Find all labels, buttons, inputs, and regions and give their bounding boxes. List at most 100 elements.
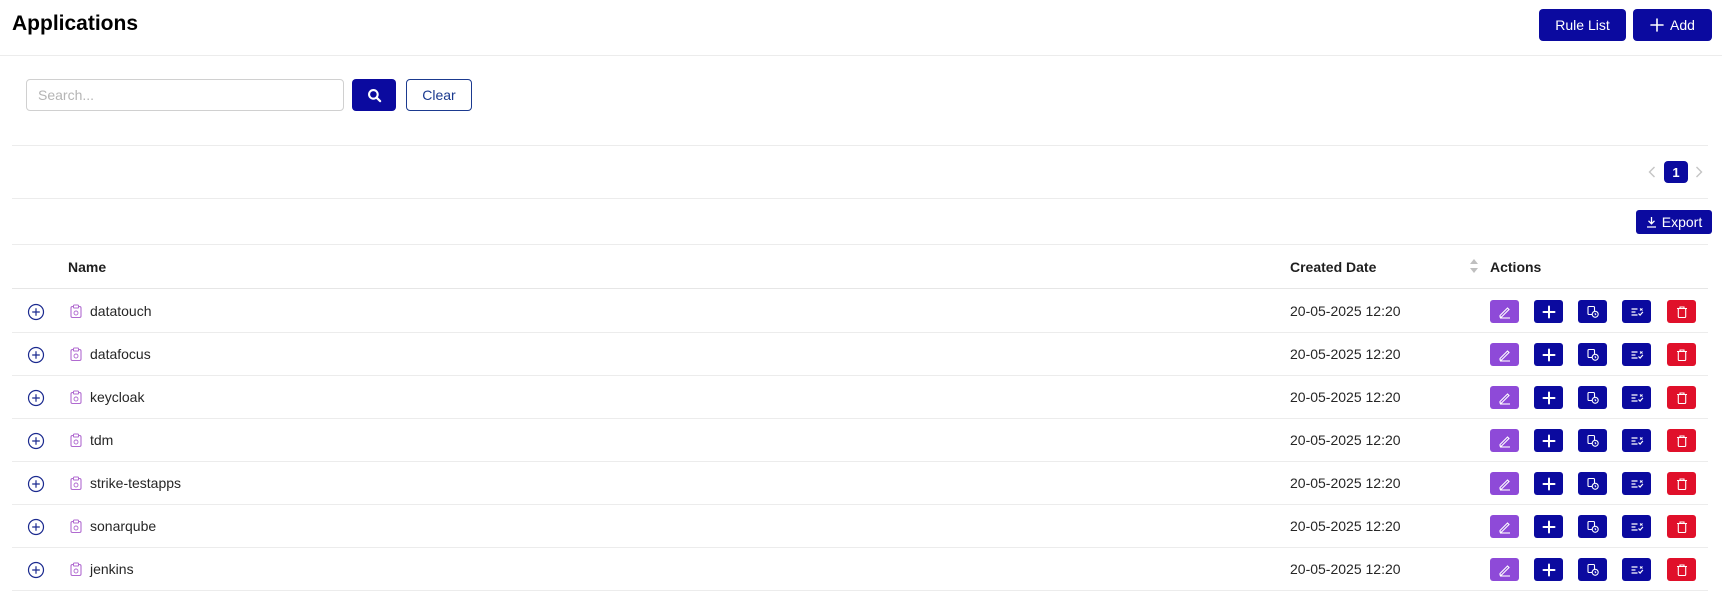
plus-icon — [1542, 434, 1555, 447]
row-name: datatouch — [90, 303, 152, 319]
copy-button[interactable] — [1578, 300, 1607, 323]
rules-icon — [1631, 436, 1643, 445]
table-row: datafocus 20-05-2025 12:20 — [12, 333, 1708, 376]
row-created-date: 20-05-2025 12:20 — [1290, 432, 1401, 448]
expand-icon[interactable] — [27, 561, 45, 579]
expand-icon[interactable] — [27, 432, 45, 450]
add-rule-button[interactable] — [1534, 300, 1563, 323]
rules-button[interactable] — [1622, 343, 1651, 366]
edit-button[interactable] — [1490, 429, 1519, 452]
search-icon — [367, 88, 381, 102]
column-header-actions: Actions — [1490, 259, 1542, 275]
plus-icon — [1542, 348, 1555, 361]
expand-icon[interactable] — [27, 518, 45, 536]
table-header: Name Created Date Actions — [12, 245, 1708, 289]
copy-icon — [1586, 391, 1599, 404]
expand-icon[interactable] — [27, 303, 45, 321]
expand-icon[interactable] — [27, 475, 45, 493]
application-icon — [70, 304, 82, 319]
delete-button[interactable] — [1667, 472, 1696, 495]
copy-button[interactable] — [1578, 558, 1607, 581]
plus-icon — [1542, 391, 1555, 404]
row-name: jenkins — [90, 561, 134, 577]
row-created-date: 20-05-2025 12:20 — [1290, 475, 1401, 491]
export-button[interactable]: Export — [1636, 210, 1712, 234]
trash-icon — [1676, 563, 1687, 576]
copy-icon — [1586, 477, 1599, 490]
delete-button[interactable] — [1667, 515, 1696, 538]
delete-button[interactable] — [1667, 558, 1696, 581]
trash-icon — [1676, 520, 1687, 533]
divider — [12, 198, 1708, 199]
table-row: sonarqube 20-05-2025 12:20 — [12, 505, 1708, 548]
rules-button[interactable] — [1622, 300, 1651, 323]
add-rule-button[interactable] — [1534, 515, 1563, 538]
delete-button[interactable] — [1667, 343, 1696, 366]
copy-button[interactable] — [1578, 515, 1607, 538]
add-button-label: Add — [1670, 17, 1695, 33]
rules-button[interactable] — [1622, 515, 1651, 538]
search-button[interactable] — [352, 79, 396, 111]
row-name: keycloak — [90, 389, 145, 405]
edit-button[interactable] — [1490, 300, 1519, 323]
row-name: sonarqube — [90, 518, 157, 534]
chevron-right-icon — [1696, 166, 1703, 178]
search-input[interactable] — [26, 79, 344, 111]
expand-icon[interactable] — [27, 389, 45, 407]
edit-icon — [1498, 392, 1510, 405]
sort-icon[interactable] — [1468, 256, 1480, 276]
row-name: tdm — [90, 432, 114, 448]
rules-button[interactable] — [1622, 558, 1651, 581]
edit-button[interactable] — [1490, 472, 1519, 495]
rules-button[interactable] — [1622, 386, 1651, 409]
rules-button[interactable] — [1622, 472, 1651, 495]
add-rule-button[interactable] — [1534, 429, 1563, 452]
row-name: datafocus — [90, 346, 151, 362]
add-rule-button[interactable] — [1534, 343, 1563, 366]
pagination-next-button[interactable] — [1692, 162, 1706, 182]
add-rule-button[interactable] — [1534, 558, 1563, 581]
plus-icon — [1542, 563, 1555, 576]
copy-icon — [1586, 563, 1599, 576]
pagination-prev-button[interactable] — [1645, 162, 1659, 182]
trash-icon — [1676, 477, 1687, 490]
rules-button[interactable] — [1622, 429, 1651, 452]
column-header-created-date[interactable]: Created Date — [1290, 259, 1376, 275]
copy-button[interactable] — [1578, 386, 1607, 409]
edit-button[interactable] — [1490, 515, 1519, 538]
pagination-page-button[interactable]: 1 — [1664, 161, 1688, 183]
delete-button[interactable] — [1667, 300, 1696, 323]
copy-icon — [1586, 305, 1599, 318]
edit-button[interactable] — [1490, 558, 1519, 581]
table-row: jenkins 20-05-2025 12:20 — [12, 548, 1708, 591]
edit-button[interactable] — [1490, 343, 1519, 366]
add-button[interactable]: Add — [1633, 9, 1712, 41]
application-icon — [70, 476, 82, 491]
row-created-date: 20-05-2025 12:20 — [1290, 346, 1401, 362]
edit-icon — [1498, 349, 1510, 362]
rule-list-button[interactable]: Rule List — [1539, 9, 1626, 41]
copy-button[interactable] — [1578, 472, 1607, 495]
add-rule-button[interactable] — [1534, 386, 1563, 409]
page-header: Applications Rule List Add — [0, 0, 1722, 56]
row-name: strike-testapps — [90, 475, 182, 491]
add-rule-button[interactable] — [1534, 472, 1563, 495]
divider — [12, 145, 1708, 146]
edit-button[interactable] — [1490, 386, 1519, 409]
copy-icon — [1586, 434, 1599, 447]
delete-button[interactable] — [1667, 386, 1696, 409]
application-icon — [70, 562, 82, 577]
plus-icon — [1542, 477, 1555, 490]
delete-button[interactable] — [1667, 429, 1696, 452]
rules-icon — [1631, 393, 1643, 402]
row-created-date: 20-05-2025 12:20 — [1290, 518, 1401, 534]
table-row: tdm 20-05-2025 12:20 — [12, 419, 1708, 462]
copy-button[interactable] — [1578, 429, 1607, 452]
clear-button[interactable]: Clear — [406, 79, 472, 111]
download-icon — [1646, 217, 1656, 228]
application-icon — [70, 433, 82, 448]
expand-icon[interactable] — [27, 346, 45, 364]
trash-icon — [1676, 305, 1687, 318]
copy-button[interactable] — [1578, 343, 1607, 366]
trash-icon — [1676, 434, 1687, 447]
